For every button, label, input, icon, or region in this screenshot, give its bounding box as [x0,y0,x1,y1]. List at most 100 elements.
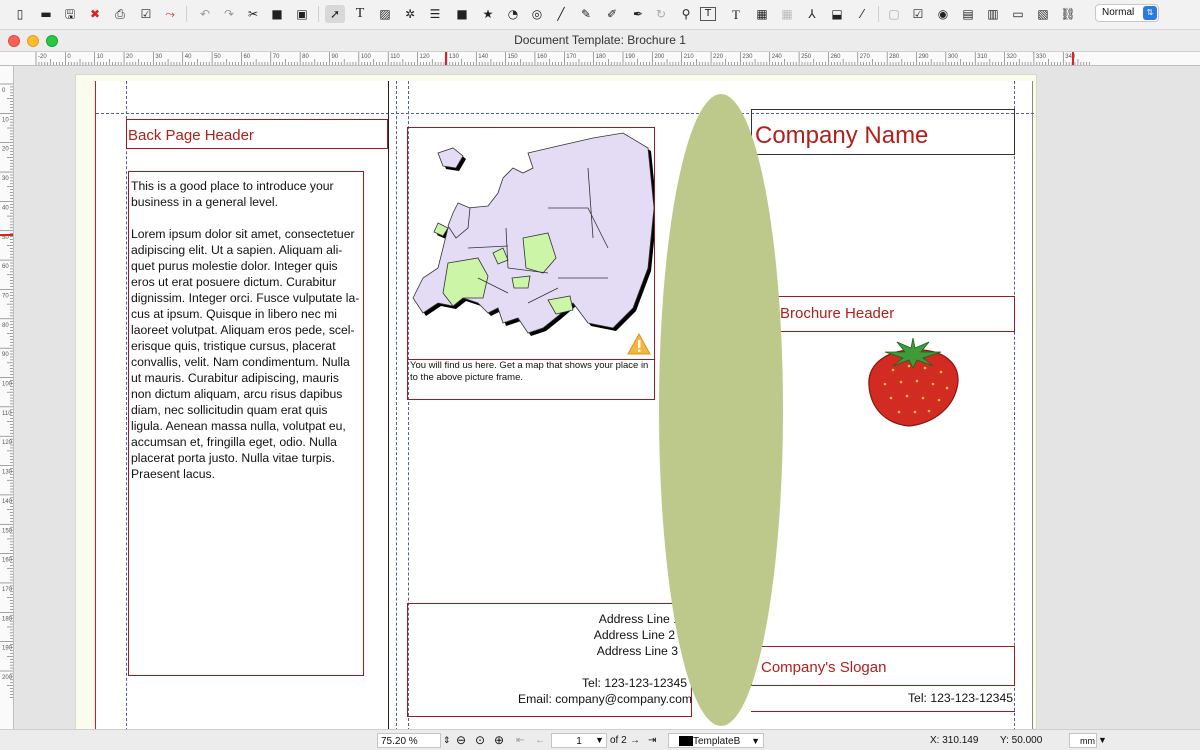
pdf-radio-icon[interactable]: ◉ [933,5,953,23]
copy-icon[interactable]: ■ [267,5,287,23]
ruler-label: 0 [67,54,71,60]
cursor-position-marker [0,234,13,236]
open-icon[interactable]: ▬ [36,5,56,23]
zoom-in-icon[interactable]: ⊕ [494,733,504,748]
freehand-icon[interactable]: ✐ [602,5,622,23]
close-icon[interactable]: ✖ [85,5,105,23]
column-guide [126,81,127,729]
ruler-label: 120 [420,54,431,60]
strawberry-image[interactable] [863,336,963,428]
measure-icon[interactable]: ⅄ [802,5,822,23]
pdf-annotation-icon[interactable]: ▧ [1033,5,1053,23]
pdf-link-icon[interactable]: ⛓ [1058,5,1078,23]
ruler-label: 210 [684,54,695,60]
zoom-icon[interactable]: ⚲ [676,5,696,23]
previous-page-icon[interactable]: ← [535,733,545,748]
ruler-label: 180 [2,616,13,622]
ruler-label: 200 [654,54,665,60]
layer-select[interactable]: TemplateB ▼ [668,733,764,748]
shape-icon[interactable]: ■ [452,5,472,23]
ruler-label: 150 [2,528,13,534]
address-frame[interactable]: Address Line 1 Address Line 2 Address Li… [407,603,692,717]
table-icon[interactable]: ☰ [425,5,445,23]
zoom-stepper-icon[interactable]: ⇕ [443,733,451,748]
rotate-icon[interactable]: ↻ [651,5,671,23]
document-page[interactable]: Back Page Header This is a good place to… [95,81,1034,729]
column-guide [1014,81,1015,729]
ruler-label: 100 [361,54,372,60]
horizontal-ruler-ticks: -20 0 10 20 30 40 50 60 70 80 90 100 110 120 130 140 150… [35,52,1090,65]
horizontal-ruler[interactable]: -20 0 10 20 30 40 50 60 70 80 90 100 110 120 130 140 150… [0,52,1200,66]
green-ellipse-shape[interactable] [658,93,784,727]
company-slogan[interactable]: Company's Slogan [751,646,1015,686]
document-canvas[interactable]: Back Page Header This is a good place to… [15,67,1200,729]
save-icon[interactable]: 🖫 [60,5,80,23]
undo-icon[interactable]: ↶ [195,5,215,23]
zoom-out-icon[interactable]: ⊖ [456,733,466,748]
pdf-push-button-icon[interactable]: ▢ [884,5,904,23]
unit-dropdown-icon[interactable]: ▼ [1098,733,1107,748]
main-toolbar: ▯ ▬ 🖫 ✖ ⎙ ☑ ⤳ ↶ ↷ ✂ ■ ▣ ➚ T ▨ ✲ ☰ ■ ★ ◔ … [0,0,1200,30]
ruler-label: 90 [2,352,9,358]
page-dropdown-icon[interactable]: ▼ [595,733,604,748]
company-name[interactable]: Company Name [751,109,1015,155]
text-frame-icon[interactable]: T [350,5,370,23]
ruler-label: 70 [2,293,9,299]
unit-select[interactable]: mm [1069,733,1097,748]
mode-select[interactable]: Normal ⇅ [1095,4,1159,22]
last-page-icon[interactable]: ⇥ [648,733,656,748]
intro-text-frame[interactable]: This is a good place to introduce your b… [128,171,364,676]
ruler-label: 20 [2,147,9,153]
export-pdf-icon[interactable]: ⤳ [160,5,180,23]
edit-content-icon[interactable]: T [700,7,716,21]
address-line-2: Address Line 2 [593,628,675,642]
pdf-checkbox-icon[interactable]: ☑ [908,5,928,23]
redo-icon[interactable]: ↷ [219,5,239,23]
zoom-field[interactable]: 75.20 % [377,733,441,748]
arc-icon[interactable]: ◔ [503,5,523,23]
zoom-100-icon[interactable]: ⊙ [475,733,485,748]
warning-icon [627,333,651,355]
address-line-1: Address Line 1 [598,612,680,626]
cut-icon[interactable]: ✂ [243,5,263,23]
spiral-icon[interactable]: ◎ [527,5,547,23]
y-coordinate: Y: 50.000 [1000,735,1043,746]
vertical-ruler[interactable]: 0 10 20 30 40 50 60 70 80 90 100 110 120 130 140 150 160… [0,66,14,730]
pdf-list-icon[interactable]: ▥ [983,5,1003,23]
ruler-label: 0 [2,88,6,94]
new-document-icon[interactable]: ▯ [10,5,30,23]
ruler-label: 140 [478,54,489,60]
back-page-header[interactable]: Back Page Header [126,119,388,149]
ruler-label: 340 [1065,54,1076,60]
edit-text-icon[interactable]: T [726,5,746,23]
ruler-label: 40 [185,54,192,60]
paste-icon[interactable]: ▣ [292,5,312,23]
eyedropper-icon[interactable]: ⁄ [852,5,872,23]
brochure-header[interactable]: Brochure Header [751,296,1015,332]
render-frame-icon[interactable]: ✲ [400,5,420,23]
ruler-label: 40 [2,205,9,211]
bezier-icon[interactable]: ✎ [576,5,596,23]
address-tel: Tel: 123-123-12345 [581,676,687,690]
next-page-icon[interactable]: → [630,733,640,748]
polygon-icon[interactable]: ★ [478,5,498,23]
ruler-label: 230 [742,54,753,60]
ruler-label: 170 [566,54,577,60]
image-frame-icon[interactable]: ▨ [375,5,395,23]
ruler-label: 310 [977,54,988,60]
ruler-label: 50 [214,54,221,60]
line-icon[interactable]: ╱ [551,5,571,23]
ruler-label: 80 [2,323,9,329]
first-page-icon[interactable]: ⇤ [516,733,524,748]
pdf-text-field-icon[interactable]: ▭ [1008,5,1028,23]
freehand-line-icon[interactable]: ✒ [628,5,648,23]
preflight-icon[interactable]: ☑ [136,5,156,23]
select-icon[interactable]: ➚ [325,5,345,23]
chevron-down-icon: ▼ [751,736,760,746]
print-icon[interactable]: ⎙ [110,5,130,23]
layer-color-swatch [679,736,693,746]
unlink-frames-icon[interactable]: ▦ [777,5,797,23]
copy-properties-icon[interactable]: ⬓ [827,5,847,23]
link-frames-icon[interactable]: ▦ [752,5,772,23]
pdf-combo-icon[interactable]: ▤ [958,5,978,23]
